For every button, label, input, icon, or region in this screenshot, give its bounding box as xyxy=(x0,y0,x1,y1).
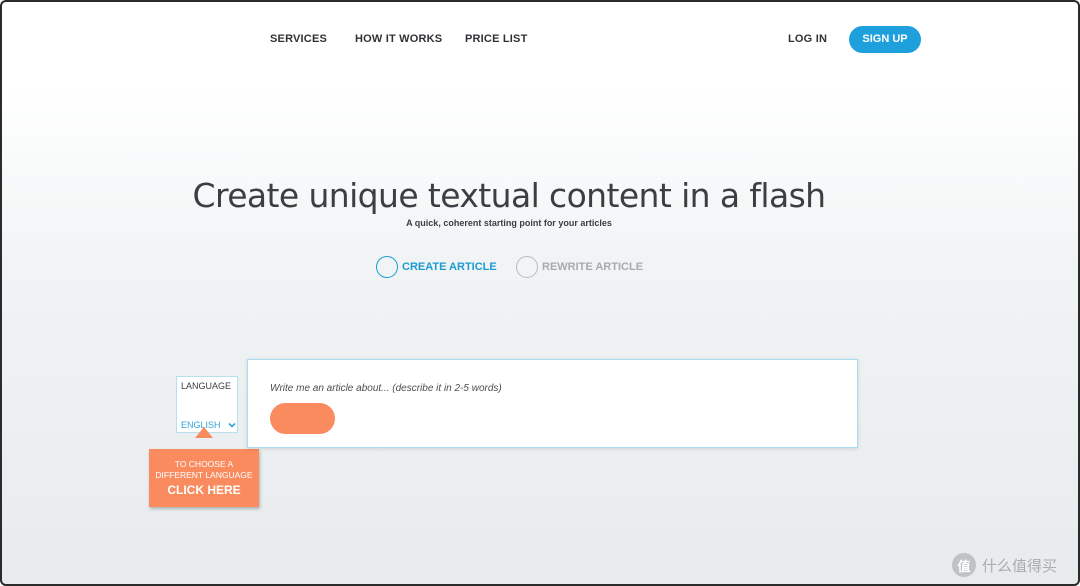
chevron-down-icon xyxy=(228,422,236,428)
login-link[interactable]: LOG IN xyxy=(788,33,827,45)
language-select[interactable]: LANGUAGE ENGLISH xyxy=(176,376,238,433)
watermark-logo-icon: 值 xyxy=(952,553,976,577)
nav-how-it-works-link[interactable]: HOW IT WORKS xyxy=(355,33,442,45)
nav-price-list-link[interactable]: PRICE LIST xyxy=(465,33,528,45)
rewrite-article-radio[interactable]: REWRITE ARTICLE xyxy=(516,256,646,280)
watermark: 值 什么值得买 xyxy=(952,552,1057,578)
tooltip-arrow xyxy=(195,427,213,438)
article-panel xyxy=(247,359,858,448)
page-subtitle: A quick, coherent starting point for you… xyxy=(406,218,612,228)
page-frame: SERVICES HOW IT WORKS PRICE LIST LOG IN … xyxy=(0,0,1080,586)
create-article-radio[interactable]: CREATE ARTICLE xyxy=(376,256,498,280)
radio-selected-icon xyxy=(376,256,398,278)
signup-button[interactable]: SIGN UP xyxy=(849,26,921,53)
nav-services-link[interactable]: SERVICES xyxy=(270,33,327,45)
tooltip-click-here: CLICK HERE xyxy=(167,483,241,497)
tooltip-line-2: DIFFERENT LANGUAGE xyxy=(155,470,253,480)
rewrite-article-label: REWRITE ARTICLE xyxy=(542,261,644,273)
language-tooltip[interactable]: TO CHOOSE A DIFFERENT LANGUAGE CLICK HER… xyxy=(149,449,259,507)
radio-unselected-icon xyxy=(516,256,538,278)
page-title: Create unique textual content in a flash xyxy=(192,176,827,215)
tooltip-line-1: TO CHOOSE A xyxy=(174,459,234,469)
language-label: LANGUAGE xyxy=(181,381,232,391)
create-article-label: CREATE ARTICLE xyxy=(402,261,497,273)
watermark-text: 什么值得买 xyxy=(982,556,1058,575)
generate-button[interactable] xyxy=(270,403,335,434)
article-topic-input[interactable] xyxy=(270,380,830,396)
